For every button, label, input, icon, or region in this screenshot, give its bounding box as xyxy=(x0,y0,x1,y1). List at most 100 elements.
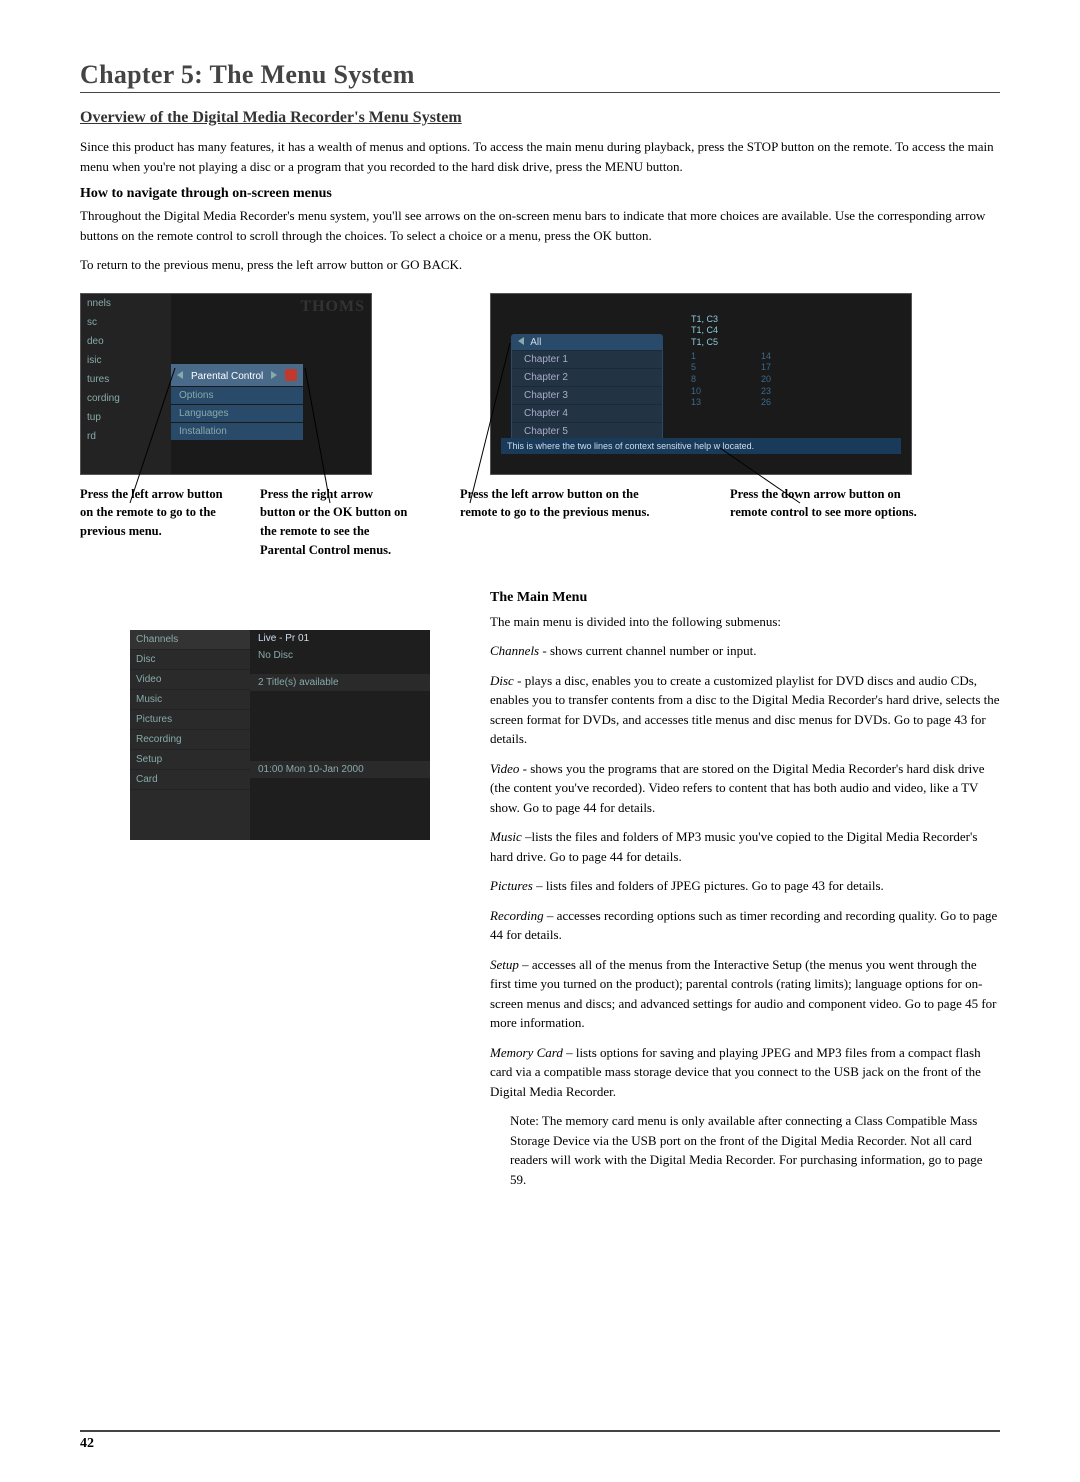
mm-item-name: Channels xyxy=(490,643,539,658)
ss3-sidebar-item: Recording xyxy=(130,730,250,750)
ss1-sidebar: nnels sc deo isic tures cording tup rd xyxy=(81,294,171,474)
main-menu-text: The Main Menu The main menu is divided i… xyxy=(490,590,1000,1190)
mm-sep: – xyxy=(533,878,546,893)
ss2-num: 20 xyxy=(761,374,771,386)
ss1-sidebar-item: isic xyxy=(81,351,171,370)
ss2-panel: All Chapter 1 Chapter 2 Chapter 3 Chapte… xyxy=(511,334,663,441)
ss2-num: 1 xyxy=(691,351,701,363)
caption-2-right: Press the down arrow button on remote co… xyxy=(730,485,940,523)
mm-sep: – xyxy=(544,908,557,923)
ss2-helpbar: This is where the two lines of context s… xyxy=(501,438,901,454)
mm-item-name: Music xyxy=(490,829,522,844)
mm-item-desc: shows you the programs that are stored o… xyxy=(490,761,985,815)
ss2-title-label: T1, C4 xyxy=(691,325,718,337)
brand-watermark: THOMS xyxy=(300,298,365,316)
ss1-sidebar-item: nnels xyxy=(81,294,171,313)
ss2-chapter-row: Chapter 3 xyxy=(512,386,662,404)
mm-item-disc: Disc - plays a disc, enables you to crea… xyxy=(490,671,1000,749)
ss2-numcol-left: 1 5 8 10 13 xyxy=(691,351,701,409)
arrow-left-icon xyxy=(177,371,183,379)
main-menu-intro: The main menu is divided into the follow… xyxy=(490,612,1000,632)
mm-item-name: Setup xyxy=(490,957,519,972)
ss3-time-line: 01:00 Mon 10-Jan 2000 xyxy=(250,761,430,778)
ss3-sidebar-item: Channels xyxy=(130,630,250,650)
mm-item-name: Memory Card xyxy=(490,1045,563,1060)
ss1-submenu-item: Options xyxy=(171,387,303,404)
mm-item-name: Disc xyxy=(490,673,514,688)
ss2-num: 23 xyxy=(761,386,771,398)
ss2-chapter-row: Chapter 4 xyxy=(512,404,662,422)
cursor-icon xyxy=(285,369,297,381)
mm-item-music: Music –lists the files and folders of MP… xyxy=(490,827,1000,866)
ss3-sidebar-item: Disc xyxy=(130,650,250,670)
ss3-nodisc: No Disc xyxy=(250,647,430,664)
ss2-num: 14 xyxy=(761,351,771,363)
page: Chapter 5: The Menu System Overview of t… xyxy=(0,0,1080,1482)
ss3-sidebar-item: Setup xyxy=(130,750,250,770)
ss2-num: 5 xyxy=(691,362,701,374)
ss2-numcol-right: 14 17 20 23 26 xyxy=(761,351,771,409)
ss1-submenu-item: Languages xyxy=(171,405,303,422)
intro-paragraph: Since this product has many features, it… xyxy=(80,137,1000,176)
mm-item-recording: Recording – accesses recording options s… xyxy=(490,906,1000,945)
ss1-sidebar-item: deo xyxy=(81,332,171,351)
screenshot-3: Channels Disc Video Music Pictures Recor… xyxy=(130,630,430,840)
arrow-right-icon xyxy=(271,371,277,379)
ss1-sidebar-item: tup xyxy=(81,408,171,427)
mm-sep: - xyxy=(514,673,525,688)
ss3-live-line: Live - Pr 01 xyxy=(250,630,430,647)
figure-2: All Chapter 1 Chapter 2 Chapter 3 Chapte… xyxy=(460,293,940,523)
screenshot-2: All Chapter 1 Chapter 2 Chapter 3 Chapte… xyxy=(490,293,912,475)
ss1-submenu: Parental Control Options Languages Insta… xyxy=(171,364,303,441)
mm-item-name: Pictures xyxy=(490,878,533,893)
mm-note: Note: The memory card menu is only avail… xyxy=(510,1111,1000,1189)
screenshot-1: THOMS nnels sc deo isic tures cording tu… xyxy=(80,293,372,475)
ss3-sidebar-item: Pictures xyxy=(130,710,250,730)
mm-sep: – xyxy=(522,829,532,844)
figure-1: THOMS nnels sc deo isic tures cording tu… xyxy=(80,293,410,560)
ss2-num: 26 xyxy=(761,397,771,409)
mm-sep: – xyxy=(563,1045,576,1060)
mm-item-channels: Channels - shows current channel number … xyxy=(490,641,1000,661)
ss2-panel-header: All xyxy=(512,335,662,350)
mm-item-name: Recording xyxy=(490,908,544,923)
ss2-chapter-row: Chapter 1 xyxy=(512,350,662,368)
ss2-chapter-row: Chapter 2 xyxy=(512,368,662,386)
ss1-selected-label: Parental Control xyxy=(191,371,263,382)
ss2-num: 13 xyxy=(691,397,701,409)
ss2-title-label: T1, C5 xyxy=(691,337,718,349)
mm-sep: – xyxy=(519,957,532,972)
nav-return: To return to the previous menu, press th… xyxy=(80,255,1000,275)
mm-item-desc: accesses all of the menus from the Inter… xyxy=(490,957,997,1031)
mm-item-setup: Setup – accesses all of the menus from t… xyxy=(490,955,1000,1033)
mm-item-video: Video - shows you the programs that are … xyxy=(490,759,1000,818)
caption-1-right: Press the right arrow button or the OK b… xyxy=(260,485,410,560)
mm-item-name: Video xyxy=(490,761,519,776)
ss2-title-label: T1, C3 xyxy=(691,314,718,326)
figure-row: THOMS nnels sc deo isic tures cording tu… xyxy=(80,293,1000,560)
lower-section: Channels Disc Video Music Pictures Recor… xyxy=(80,590,1000,1190)
mm-sep: - xyxy=(519,761,530,776)
nav-paragraph: Throughout the Digital Media Recorder's … xyxy=(80,206,1000,245)
ss1-submenu-item: Installation xyxy=(171,423,303,440)
caption-1-left: Press the left arrow button on the remot… xyxy=(80,485,230,560)
ss3-sidebar-item: Video xyxy=(130,670,250,690)
chapter-title: Chapter 5: The Menu System xyxy=(80,60,1000,93)
arrow-left-icon xyxy=(518,337,524,345)
ss3-main: Live - Pr 01 No Disc 2 Title(s) availabl… xyxy=(250,630,430,840)
ss3-sidebar-item: Card xyxy=(130,770,250,790)
mm-item-pictures: Pictures – lists files and folders of JP… xyxy=(490,876,1000,896)
mm-item-desc: plays a disc, enables you to create a cu… xyxy=(490,673,1000,747)
ss1-sidebar-item: tures xyxy=(81,370,171,389)
ss2-num: 17 xyxy=(761,362,771,374)
caption-2-left: Press the left arrow button on the remot… xyxy=(460,485,670,523)
ss1-submenu-selected: Parental Control xyxy=(171,364,303,386)
main-menu-heading: The Main Menu xyxy=(490,590,1000,606)
ss2-num: 8 xyxy=(691,374,701,386)
ss1-sidebar-item: cording xyxy=(81,389,171,408)
page-number: 42 xyxy=(80,1430,1000,1452)
mm-item-desc: accesses recording options such as timer… xyxy=(490,908,997,943)
caption-row-1: Press the left arrow button on the remot… xyxy=(80,485,410,560)
nav-subhead: How to navigate through on-screen menus xyxy=(80,186,1000,202)
mm-item-desc: shows current channel number or input. xyxy=(550,643,757,658)
